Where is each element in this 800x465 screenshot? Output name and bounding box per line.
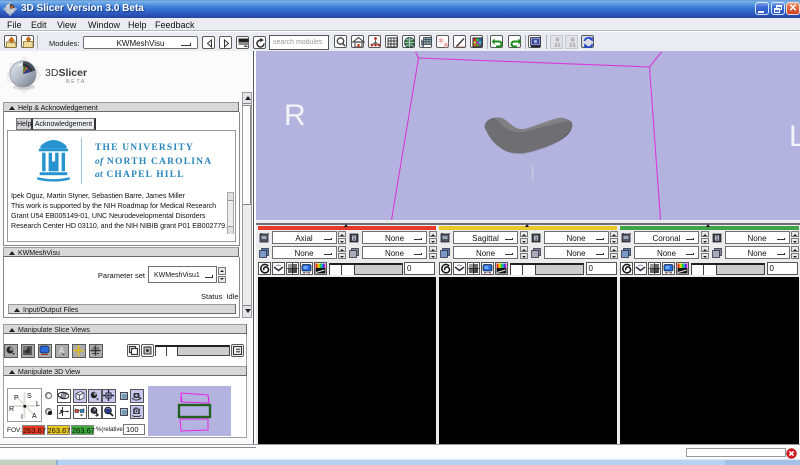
- svg-text:I: I: [21, 414, 23, 421]
- svg-text:1: 1: [534, 236, 537, 242]
- svg-text:R: R: [9, 406, 14, 413]
- svg-text:I: I: [530, 163, 535, 184]
- svg-text:A: A: [32, 413, 37, 420]
- svg-text:L: L: [789, 120, 800, 153]
- svg-text:1: 1: [353, 236, 356, 242]
- svg-text:S: S: [27, 393, 32, 400]
- svg-text:P: P: [14, 395, 19, 402]
- svg-text:1: 1: [715, 236, 718, 242]
- svg-text:R: R: [284, 99, 306, 132]
- svg-text:L: L: [36, 401, 40, 408]
